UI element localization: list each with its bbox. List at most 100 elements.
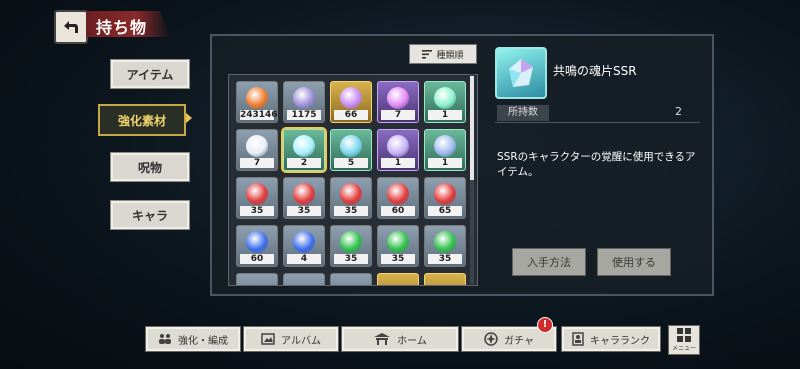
item-slot[interactable]: 2 xyxy=(281,127,327,173)
item-slot[interactable]: 35 xyxy=(330,225,372,267)
flame-icon xyxy=(434,231,456,253)
item-slot[interactable] xyxy=(283,273,325,285)
flame-icon xyxy=(246,231,268,253)
item-count: 1175 xyxy=(287,110,321,120)
crystal-shard-icon xyxy=(293,87,315,109)
item-slot[interactable]: 35 xyxy=(283,177,325,219)
gacha-icon xyxy=(484,332,498,346)
item-slot[interactable]: 7 xyxy=(377,81,419,123)
menu-button[interactable]: メニュー xyxy=(668,325,700,355)
menu-label: メニュー xyxy=(671,345,696,352)
item-slot[interactable]: 35 xyxy=(330,177,372,219)
selected-item-icon xyxy=(495,47,547,99)
sort-button[interactable]: 種類順 xyxy=(409,44,477,64)
crystal-shard-icon xyxy=(340,135,362,157)
item-count: 35 xyxy=(428,254,462,264)
party-icon xyxy=(159,334,171,344)
item-count: 65 xyxy=(428,206,462,216)
scroll-thumb[interactable] xyxy=(470,76,474,180)
item-count: 66 xyxy=(334,110,368,120)
item-count: 1 xyxy=(381,158,415,168)
nav-character-rank[interactable]: キャラランク xyxy=(561,326,661,352)
nav-enhance[interactable]: 強化・編成 xyxy=(145,326,241,352)
item-slot[interactable]: 7 xyxy=(236,129,278,171)
crystal-shard-icon xyxy=(340,87,362,109)
item-description: SSRのキャラクターの覚醒に使用できるアイテム。 xyxy=(497,151,696,178)
active-tab-indicator xyxy=(186,113,192,123)
item-slot[interactable]: 65 xyxy=(424,177,466,219)
item-slot[interactable]: 1 xyxy=(424,81,466,123)
item-slot[interactable]: 4 xyxy=(283,225,325,267)
item-slot[interactable]: 60 xyxy=(377,177,419,219)
owned-value: 2 xyxy=(675,105,682,118)
tab-characters[interactable]: キャラ xyxy=(110,200,190,230)
tab-curses[interactable]: 呪物 xyxy=(110,152,190,182)
flame-icon xyxy=(387,183,409,205)
album-icon xyxy=(261,333,275,345)
tab-enhance-materials[interactable]: 強化素材 xyxy=(98,104,186,136)
item-slot[interactable] xyxy=(236,273,278,285)
gacha-alert-badge: ! xyxy=(537,317,553,333)
flame-icon xyxy=(340,183,362,205)
item-count: 4 xyxy=(287,254,321,264)
item-slot[interactable]: 35 xyxy=(377,225,419,267)
item-slot[interactable] xyxy=(330,273,372,285)
nav-album[interactable]: アルバム xyxy=(243,326,339,352)
item-slot[interactable]: 1 xyxy=(377,129,419,171)
crystal-shard-icon xyxy=(387,135,409,157)
nav-character-rank-label: キャラランク xyxy=(590,335,650,347)
nav-home[interactable]: ホーム xyxy=(341,326,459,352)
item-slot[interactable]: 35 xyxy=(236,177,278,219)
grid-menu-icon xyxy=(677,328,691,342)
flame-icon xyxy=(434,183,456,205)
item-slot[interactable] xyxy=(377,273,419,285)
item-grid: 2431461 1175 66 7 1 7 2 5 1 1 35 35 35 60 65 60 4 35 35 35 xyxy=(228,74,478,286)
item-count: 35 xyxy=(287,206,321,216)
item-count: 7 xyxy=(240,158,274,168)
item-count: 1 xyxy=(428,110,462,120)
crystal-shard-icon xyxy=(434,87,456,109)
sort-icon xyxy=(422,49,433,59)
item-slot[interactable]: 2431461 xyxy=(236,81,278,123)
item-count: 60 xyxy=(240,254,274,264)
item-count: 2 xyxy=(287,158,321,168)
item-count: 1 xyxy=(428,158,462,168)
item-count: 35 xyxy=(334,206,368,216)
item-slot[interactable]: 66 xyxy=(330,81,372,123)
item-count: 35 xyxy=(381,254,415,264)
item-slot[interactable]: 5 xyxy=(330,129,372,171)
obtain-method-button[interactable]: 入手方法 xyxy=(512,248,586,276)
sort-label: 種類順 xyxy=(436,50,464,61)
item-slot[interactable] xyxy=(424,273,466,285)
book-icon xyxy=(434,135,456,157)
item-slot[interactable]: 1 xyxy=(424,129,466,171)
item-count: 35 xyxy=(334,254,368,264)
owned-label: 所持数 xyxy=(497,105,549,121)
item-slot[interactable]: 60 xyxy=(236,225,278,267)
soul-fragment-icon xyxy=(509,59,533,87)
flame-icon xyxy=(340,231,362,253)
item-count: 5 xyxy=(334,158,368,168)
page-title: 持ち物 xyxy=(96,18,148,37)
item-slot[interactable]: 1175 xyxy=(283,81,325,123)
tab-items[interactable]: アイテム xyxy=(110,59,190,89)
item-count: 60 xyxy=(381,206,415,216)
item-name: 共鳴の魂片SSR xyxy=(553,64,637,78)
use-button[interactable]: 使用する xyxy=(597,248,671,276)
item-slot[interactable]: 35 xyxy=(424,225,466,267)
item-count: 7 xyxy=(381,110,415,120)
nav-album-label: アルバム xyxy=(281,335,321,347)
flame-icon xyxy=(246,183,268,205)
sun-emblem-icon xyxy=(246,87,268,109)
flame-icon xyxy=(293,231,315,253)
nav-gacha-label: ガチャ xyxy=(504,335,534,347)
rank-icon xyxy=(572,332,584,346)
item-count: 35 xyxy=(240,206,274,216)
nav-enhance-label: 強化・編成 xyxy=(178,335,228,347)
flame-icon xyxy=(387,231,409,253)
back-button[interactable] xyxy=(54,10,88,44)
crystal-shard-icon xyxy=(387,87,409,109)
shrine-icon xyxy=(374,333,391,345)
soul-fragment-icon xyxy=(293,135,315,157)
nav-home-label: ホーム xyxy=(397,335,427,347)
